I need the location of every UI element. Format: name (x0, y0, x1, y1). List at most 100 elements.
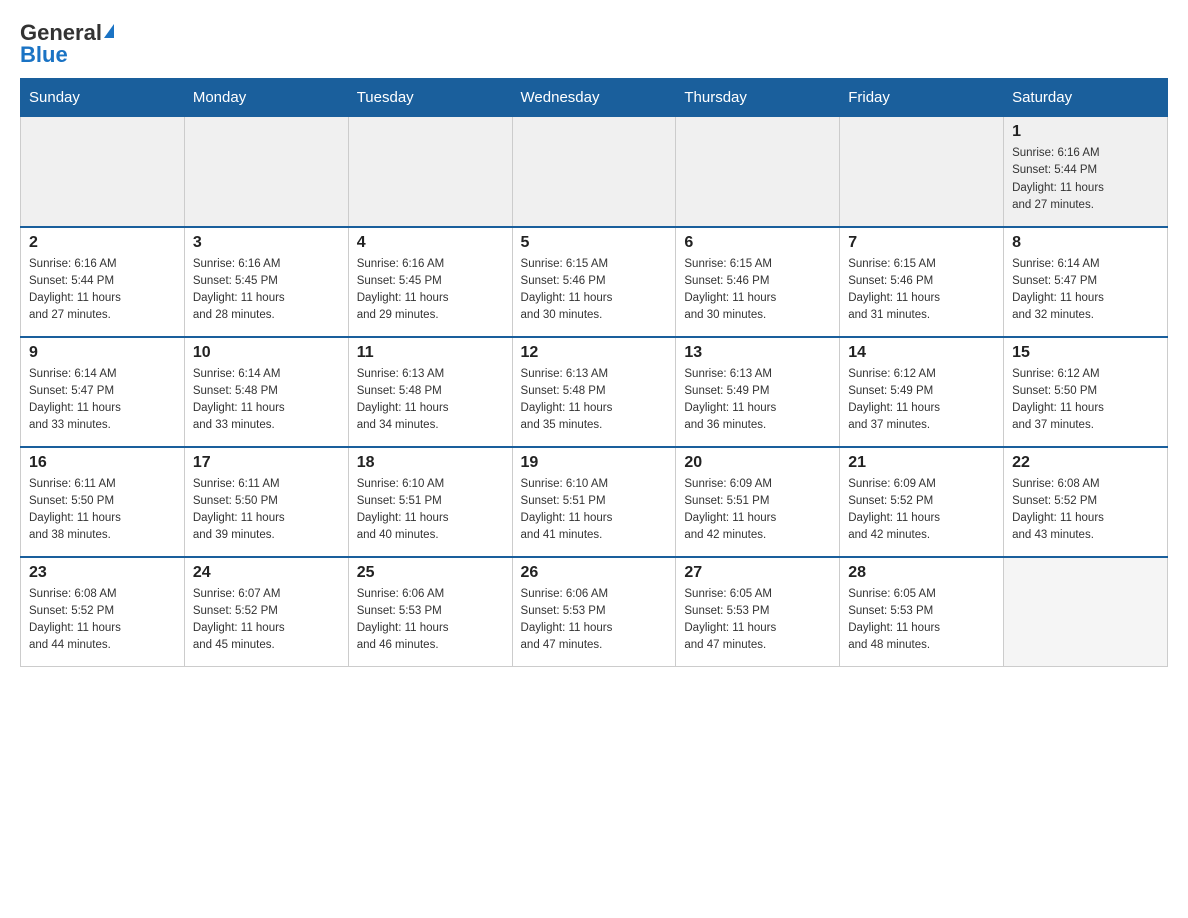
calendar-cell (676, 117, 840, 227)
calendar-cell: 28 Sunrise: 6:05 AM Sunset: 5:53 PM Dayli… (840, 557, 1004, 667)
calendar-cell: 17 Sunrise: 6:11 AM Sunset: 5:50 PM Dayli… (184, 447, 348, 557)
logo-arrow-icon (104, 24, 114, 38)
calendar-cell: 22 Sunrise: 6:08 AM Sunset: 5:52 PM Dayli… (1004, 447, 1168, 557)
day-number: 8 (1012, 234, 1159, 252)
day-number: 13 (684, 344, 831, 362)
calendar-cell: 1Sunrise: 6:16 AM Sunset: 5:44 PM Daylig… (1004, 117, 1168, 227)
calendar-cell: 8 Sunrise: 6:14 AM Sunset: 5:47 PM Daylig… (1004, 227, 1168, 337)
day-number: 7 (848, 234, 995, 252)
day-info: Sunrise: 6:10 AM Sunset: 5:51 PM Dayligh… (521, 476, 668, 545)
page-header: General Blue (20, 20, 1168, 68)
day-info: Sunrise: 6:14 AM Sunset: 5:47 PM Dayligh… (1012, 256, 1159, 325)
day-number: 18 (357, 454, 504, 472)
day-number: 2 (29, 234, 176, 252)
day-info: Sunrise: 6:14 AM Sunset: 5:47 PM Dayligh… (29, 366, 176, 435)
day-info: Sunrise: 6:08 AM Sunset: 5:52 PM Dayligh… (1012, 476, 1159, 545)
calendar-table: SundayMondayTuesdayWednesdayThursdayFrid… (20, 78, 1168, 667)
day-number: 11 (357, 344, 504, 362)
day-number: 4 (357, 234, 504, 252)
day-number: 25 (357, 564, 504, 582)
day-info: Sunrise: 6:13 AM Sunset: 5:48 PM Dayligh… (521, 366, 668, 435)
day-info: Sunrise: 6:09 AM Sunset: 5:51 PM Dayligh… (684, 476, 831, 545)
day-info: Sunrise: 6:15 AM Sunset: 5:46 PM Dayligh… (521, 256, 668, 325)
day-info: Sunrise: 6:12 AM Sunset: 5:49 PM Dayligh… (848, 366, 995, 435)
calendar-cell: 19 Sunrise: 6:10 AM Sunset: 5:51 PM Dayli… (512, 447, 676, 557)
calendar-cell: 14 Sunrise: 6:12 AM Sunset: 5:49 PM Dayli… (840, 337, 1004, 447)
calendar-cell: 16Sunrise: 6:11 AM Sunset: 5:50 PM Dayli… (21, 447, 185, 557)
weekday-header-monday: Monday (184, 79, 348, 117)
calendar-cell: 21Sunrise: 6:09 AM Sunset: 5:52 PM Dayli… (840, 447, 1004, 557)
weekday-header-sunday: Sunday (21, 79, 185, 117)
day-number: 6 (684, 234, 831, 252)
calendar-cell: 23 Sunrise: 6:08 AM Sunset: 5:52 PM Dayli… (21, 557, 185, 667)
day-info: Sunrise: 6:16 AM Sunset: 5:45 PM Dayligh… (357, 256, 504, 325)
calendar-cell (512, 117, 676, 227)
day-info: Sunrise: 6:08 AM Sunset: 5:52 PM Dayligh… (29, 586, 176, 655)
day-number: 14 (848, 344, 995, 362)
calendar-cell: 18 Sunrise: 6:10 AM Sunset: 5:51 PM Dayli… (348, 447, 512, 557)
calendar-cell: 11 Sunrise: 6:13 AM Sunset: 5:48 PM Dayli… (348, 337, 512, 447)
calendar-cell: 6 Sunrise: 6:15 AM Sunset: 5:46 PM Daylig… (676, 227, 840, 337)
day-info: Sunrise: 6:09 AM Sunset: 5:52 PM Dayligh… (848, 476, 995, 545)
day-info: Sunrise: 6:13 AM Sunset: 5:49 PM Dayligh… (684, 366, 831, 435)
day-number: 20 (684, 454, 831, 472)
day-info: Sunrise: 6:13 AM Sunset: 5:48 PM Dayligh… (357, 366, 504, 435)
weekday-header-row: SundayMondayTuesdayWednesdayThursdayFrid… (21, 79, 1168, 117)
calendar-cell (184, 117, 348, 227)
day-info: Sunrise: 6:11 AM Sunset: 5:50 PM Dayligh… (193, 476, 340, 545)
week-row-2: 2 Sunrise: 6:16 AM Sunset: 5:44 PM Daylig… (21, 227, 1168, 337)
day-info: Sunrise: 6:06 AM Sunset: 5:53 PM Dayligh… (357, 586, 504, 655)
week-row-1: 1Sunrise: 6:16 AM Sunset: 5:44 PM Daylig… (21, 117, 1168, 227)
day-number: 28 (848, 564, 995, 582)
day-number: 9 (29, 344, 176, 362)
day-info: Sunrise: 6:16 AM Sunset: 5:44 PM Dayligh… (29, 256, 176, 325)
day-number: 23 (29, 564, 176, 582)
calendar-cell: 15 Sunrise: 6:12 AM Sunset: 5:50 PM Dayli… (1004, 337, 1168, 447)
calendar-cell: 9 Sunrise: 6:14 AM Sunset: 5:47 PM Daylig… (21, 337, 185, 447)
logo: General Blue (20, 20, 114, 68)
calendar-cell: 24 Sunrise: 6:07 AM Sunset: 5:52 PM Dayli… (184, 557, 348, 667)
calendar-cell: 25 Sunrise: 6:06 AM Sunset: 5:53 PM Dayli… (348, 557, 512, 667)
day-info: Sunrise: 6:12 AM Sunset: 5:50 PM Dayligh… (1012, 366, 1159, 435)
day-number: 16 (29, 454, 176, 472)
day-info: Sunrise: 6:05 AM Sunset: 5:53 PM Dayligh… (684, 586, 831, 655)
weekday-header-wednesday: Wednesday (512, 79, 676, 117)
calendar-cell: 5 Sunrise: 6:15 AM Sunset: 5:46 PM Daylig… (512, 227, 676, 337)
week-row-5: 23 Sunrise: 6:08 AM Sunset: 5:52 PM Dayli… (21, 557, 1168, 667)
calendar-cell: 7 Sunrise: 6:15 AM Sunset: 5:46 PM Daylig… (840, 227, 1004, 337)
calendar-cell: 27 Sunrise: 6:05 AM Sunset: 5:53 PM Dayli… (676, 557, 840, 667)
day-number: 19 (521, 454, 668, 472)
day-info: Sunrise: 6:16 AM Sunset: 5:45 PM Dayligh… (193, 256, 340, 325)
calendar-cell: 12 Sunrise: 6:13 AM Sunset: 5:48 PM Dayli… (512, 337, 676, 447)
calendar-cell: 3 Sunrise: 6:16 AM Sunset: 5:45 PM Daylig… (184, 227, 348, 337)
day-number: 3 (193, 234, 340, 252)
day-info: Sunrise: 6:14 AM Sunset: 5:48 PM Dayligh… (193, 366, 340, 435)
day-number: 22 (1012, 454, 1159, 472)
day-info: Sunrise: 6:16 AM Sunset: 5:44 PM Dayligh… (1012, 145, 1159, 214)
day-number: 5 (521, 234, 668, 252)
day-number: 10 (193, 344, 340, 362)
logo-blue: Blue (20, 42, 68, 68)
day-info: Sunrise: 6:15 AM Sunset: 5:46 PM Dayligh… (848, 256, 995, 325)
day-info: Sunrise: 6:15 AM Sunset: 5:46 PM Dayligh… (684, 256, 831, 325)
day-number: 24 (193, 564, 340, 582)
calendar-cell (840, 117, 1004, 227)
day-info: Sunrise: 6:05 AM Sunset: 5:53 PM Dayligh… (848, 586, 995, 655)
week-row-3: 9 Sunrise: 6:14 AM Sunset: 5:47 PM Daylig… (21, 337, 1168, 447)
weekday-header-friday: Friday (840, 79, 1004, 117)
calendar-cell: 20 Sunrise: 6:09 AM Sunset: 5:51 PM Dayli… (676, 447, 840, 557)
day-number: 26 (521, 564, 668, 582)
calendar-cell (21, 117, 185, 227)
day-number: 17 (193, 454, 340, 472)
day-number: 27 (684, 564, 831, 582)
weekday-header-tuesday: Tuesday (348, 79, 512, 117)
day-info: Sunrise: 6:10 AM Sunset: 5:51 PM Dayligh… (357, 476, 504, 545)
day-number: 15 (1012, 344, 1159, 362)
day-number: 12 (521, 344, 668, 362)
weekday-header-saturday: Saturday (1004, 79, 1168, 117)
day-info: Sunrise: 6:07 AM Sunset: 5:52 PM Dayligh… (193, 586, 340, 655)
calendar-cell (348, 117, 512, 227)
calendar-cell: 2 Sunrise: 6:16 AM Sunset: 5:44 PM Daylig… (21, 227, 185, 337)
day-info: Sunrise: 6:06 AM Sunset: 5:53 PM Dayligh… (521, 586, 668, 655)
calendar-cell: 26 Sunrise: 6:06 AM Sunset: 5:53 PM Dayli… (512, 557, 676, 667)
